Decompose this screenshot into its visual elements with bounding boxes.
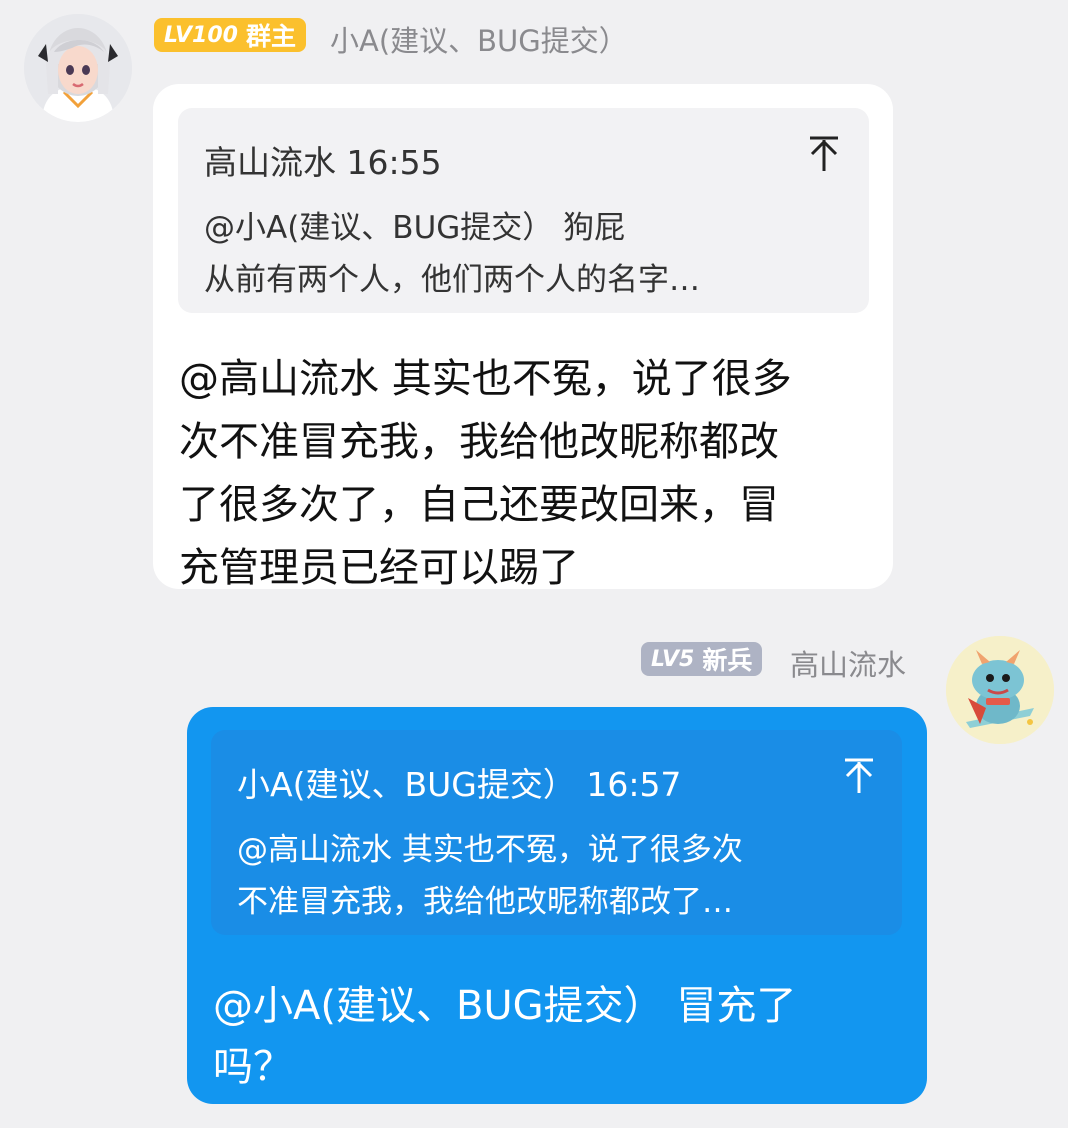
message-text-line: 吗？ bbox=[213, 1044, 293, 1090]
sender-avatar[interactable] bbox=[946, 636, 1054, 744]
quote-line: 从前有两个人，他们两个人的名字… bbox=[204, 262, 700, 298]
recruit-badge: LV5 新兵 bbox=[641, 642, 763, 676]
level-label: LV5 bbox=[651, 646, 695, 672]
role-label: 新兵 bbox=[702, 646, 753, 675]
jump-to-top-icon[interactable] bbox=[807, 134, 841, 174]
message-text-line: 了很多次了，自己还要改回来，冒 bbox=[179, 482, 779, 528]
owner-badge: LV100 群主 bbox=[154, 18, 306, 52]
quoted-message[interactable]: 高山流水 16:55 @小A(建议、BUG提交） 狗屁 从前有两个人，他们两个人… bbox=[178, 108, 869, 313]
message-bubble[interactable]: 高山流水 16:55 @小A(建议、BUG提交） 狗屁 从前有两个人，他们两个人… bbox=[153, 84, 893, 591]
dragon-avatar-icon bbox=[946, 636, 1054, 744]
message-text-line: @小A(建议、BUG提交） 冒充了 bbox=[213, 983, 797, 1029]
quote-line: @小A(建议、BUG提交） 狗屁 bbox=[204, 210, 626, 246]
sender-name[interactable]: 高山流水 bbox=[790, 642, 906, 684]
quote-time: 16:57 bbox=[586, 765, 682, 804]
quote-author: 小A(建议、BUG提交） bbox=[237, 765, 576, 804]
quote-line: 不准冒充我，我给他改昵称都改了… bbox=[237, 884, 733, 920]
level-label: LV100 bbox=[164, 22, 238, 48]
sender-avatar[interactable] bbox=[24, 14, 132, 122]
quote-header: 高山流水 16:55 bbox=[204, 136, 442, 184]
role-label: 群主 bbox=[245, 22, 296, 51]
message-text-line: @高山流水 其实也不冤，说了很多 bbox=[179, 356, 792, 402]
sender-name[interactable]: 小A(建议、BUG提交） bbox=[330, 18, 628, 60]
quote-header: 小A(建议、BUG提交） 16:57 bbox=[237, 758, 681, 806]
quote-line: @高山流水 其实也不冤，说了很多次 bbox=[237, 832, 743, 868]
quote-author: 高山流水 bbox=[204, 143, 336, 182]
message-text-line: 充管理员已经可以踢了 bbox=[179, 545, 579, 591]
jump-to-top-icon[interactable] bbox=[842, 756, 876, 796]
message-bubble[interactable]: 小A(建议、BUG提交） 16:57 @高山流水 其实也不冤，说了很多次 不准冒… bbox=[187, 707, 927, 1104]
quoted-message[interactable]: 小A(建议、BUG提交） 16:57 @高山流水 其实也不冤，说了很多次 不准冒… bbox=[211, 730, 902, 935]
message-text-line: 次不准冒充我，我给他改昵称都改 bbox=[179, 419, 779, 465]
female-avatar-icon bbox=[24, 14, 132, 122]
quote-time: 16:55 bbox=[346, 143, 442, 182]
